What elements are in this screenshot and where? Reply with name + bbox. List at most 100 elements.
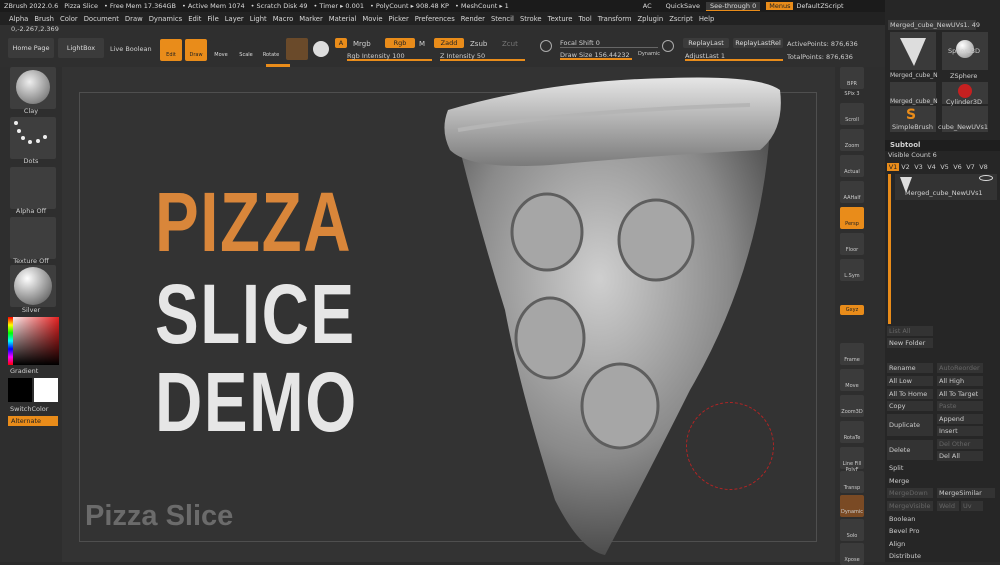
zsub-button[interactable]: Zsub (470, 40, 487, 48)
subtool-item[interactable]: Merged_cube_NewUVs1 (895, 174, 997, 200)
stroke-thumbnail[interactable] (10, 117, 56, 159)
mergevisible-button[interactable]: MergeVisible (887, 501, 933, 511)
edit-button[interactable]: Edit (160, 39, 182, 61)
menu-stencil[interactable]: Stencil (491, 15, 514, 23)
menu-file[interactable]: File (207, 15, 218, 23)
rotate-button[interactable]: Rotate (260, 39, 282, 61)
hue-strip[interactable] (8, 317, 13, 365)
all-to-home-button[interactable]: All To Home (887, 389, 933, 399)
rgb-intensity-slider[interactable]: Rgb Intensity 100 (347, 52, 432, 61)
solo-button[interactable]: Solo (840, 519, 864, 541)
zadd-button[interactable]: Zadd (434, 38, 464, 48)
draw-button[interactable]: Draw (185, 39, 207, 61)
mergedown-button[interactable]: MergeDown (887, 488, 933, 498)
new-folder-button[interactable]: New Folder (887, 338, 933, 348)
menu-transform[interactable]: Transform (598, 15, 632, 23)
menu-tool[interactable]: Tool (579, 15, 592, 23)
see-through-slider[interactable]: See-through 0 (706, 1, 761, 11)
autoreorder-button[interactable]: AutoReorder (937, 363, 983, 373)
menu-light[interactable]: Light (250, 15, 267, 23)
dynamic-button[interactable]: Dynamic (638, 51, 660, 57)
bevel-pro-section[interactable]: Bevel Pro (889, 527, 920, 535)
menu-stroke[interactable]: Stroke (520, 15, 542, 23)
all-low-button[interactable]: All Low (887, 376, 933, 386)
version-v6[interactable]: V6 (951, 163, 964, 171)
zoom3d-button[interactable]: Zoom3D (840, 395, 864, 417)
merge-section[interactable]: Merge (889, 477, 909, 485)
menu-material[interactable]: Material (329, 15, 357, 23)
menu-render[interactable]: Render (461, 15, 485, 23)
bpr-button[interactable]: BPR (840, 67, 864, 89)
replaylastrel-button[interactable]: ReplayLastRel (733, 38, 783, 48)
color-picker[interactable] (8, 317, 59, 365)
all-to-target-button[interactable]: All To Target (937, 389, 983, 399)
rotate-view-button[interactable]: RotaTe (840, 421, 864, 443)
subtool-header[interactable]: Subtool (885, 140, 1000, 151)
m-button[interactable]: M (419, 40, 425, 48)
menu-movie[interactable]: Movie (362, 15, 382, 23)
secondary-color[interactable] (8, 378, 32, 402)
version-v5[interactable]: V5 (938, 163, 951, 171)
all-high-button[interactable]: All High (937, 376, 983, 386)
tool-thumb-1[interactable] (890, 32, 936, 70)
uv-button[interactable]: Uv (961, 501, 983, 511)
gizmo-icon[interactable] (286, 38, 308, 60)
copy-button[interactable]: Copy (887, 401, 933, 411)
delete-button[interactable]: Delete (887, 440, 933, 460)
dynamic-view-button[interactable]: Dynamic (840, 495, 864, 517)
menu-color[interactable]: Color (60, 15, 78, 23)
alpha-thumbnail[interactable] (10, 167, 56, 209)
menu-zplugin[interactable]: Zplugin (638, 15, 664, 23)
insert-button[interactable]: Insert (937, 426, 983, 436)
align-section[interactable]: Align (889, 540, 905, 548)
menu-help[interactable]: Help (699, 15, 715, 23)
primary-color[interactable] (34, 378, 58, 402)
menu-zscript[interactable]: Zscript (669, 15, 693, 23)
menu-alpha[interactable]: Alpha (9, 15, 28, 23)
live-boolean-button[interactable]: Live Boolean (110, 45, 152, 53)
mrgb-button[interactable]: Mrgb (353, 40, 371, 48)
persp-button[interactable]: Persp (840, 207, 864, 229)
lightbox-button[interactable]: LightBox (58, 38, 104, 58)
del-other-button[interactable]: Del Other (937, 439, 983, 449)
frame-button[interactable]: Frame (840, 343, 864, 365)
list-all-button[interactable]: List All (887, 326, 933, 336)
menu-edit[interactable]: Edit (188, 15, 201, 23)
actual-button[interactable]: Actual (840, 155, 864, 177)
move-view-button[interactable]: Move (840, 369, 864, 391)
lsym-button[interactable]: L.Sym (840, 259, 864, 281)
draw-size-slider[interactable]: Draw Size 156.44232 (560, 51, 632, 60)
distribute-section[interactable]: Distribute (889, 552, 921, 560)
sculptris-icon[interactable] (313, 41, 329, 57)
alternate-button[interactable]: Alternate (8, 416, 58, 426)
weld-button[interactable]: Weld (937, 501, 959, 511)
paste-button[interactable]: Paste (937, 401, 983, 411)
rename-button[interactable]: Rename (887, 363, 933, 373)
home-page-button[interactable]: Home Page (8, 38, 54, 58)
menu-texture[interactable]: Texture (548, 15, 573, 23)
scale-button[interactable]: Scale (235, 39, 257, 61)
duplicate-button[interactable]: Duplicate (887, 414, 933, 436)
texture-thumbnail[interactable] (10, 217, 56, 259)
brush-thumbnail[interactable] (10, 67, 56, 109)
menu-preferences[interactable]: Preferences (415, 15, 455, 23)
menu-picker[interactable]: Picker (389, 15, 409, 23)
menu-brush[interactable]: Brush (34, 15, 54, 23)
menu-dynamics[interactable]: Dynamics (149, 15, 183, 23)
material-thumbnail[interactable] (10, 265, 56, 307)
menu-marker[interactable]: Marker (299, 15, 323, 23)
subtool-scrollbar[interactable] (888, 174, 891, 324)
version-v1[interactable]: V1 (887, 163, 899, 171)
split-section[interactable]: Split (889, 464, 903, 472)
move-button[interactable]: Move (210, 39, 232, 61)
menu-layer[interactable]: Layer (225, 15, 244, 23)
gxyz-button[interactable]: Gxyz (840, 305, 864, 315)
version-v4[interactable]: V4 (925, 163, 938, 171)
eye-icon[interactable] (979, 175, 993, 181)
replaylast-button[interactable]: ReplayLast (683, 38, 729, 48)
version-v7[interactable]: V7 (964, 163, 977, 171)
append-button[interactable]: Append (937, 414, 983, 424)
aahalf-button[interactable]: AAHalf (840, 181, 864, 203)
menu-document[interactable]: Document (84, 15, 119, 23)
z-intensity-slider[interactable]: Z Intensity 50 (440, 52, 525, 61)
